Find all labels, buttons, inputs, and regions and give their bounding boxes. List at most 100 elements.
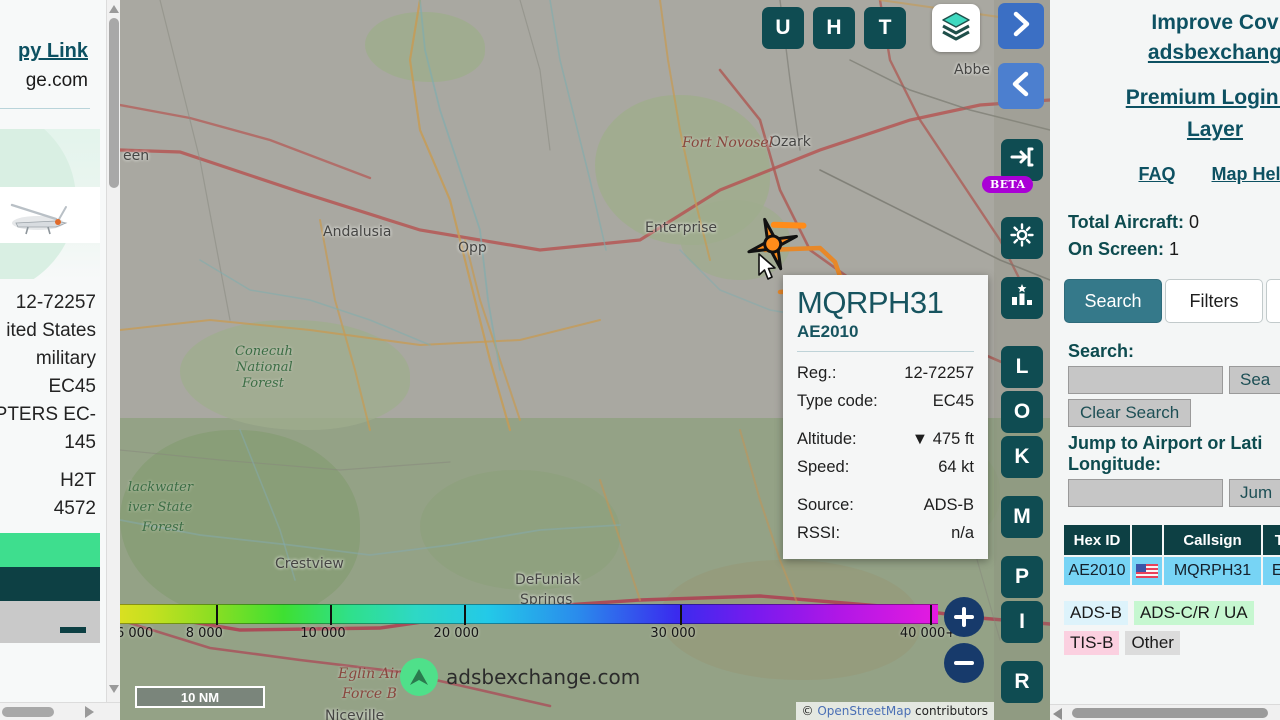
map-button-o[interactable]: O (1001, 391, 1043, 433)
aircraft-photo-area (0, 129, 100, 279)
tab-search[interactable]: Search (1064, 279, 1162, 323)
map-button-p[interactable]: P (1001, 556, 1043, 598)
map-button-h[interactable]: H (813, 7, 855, 49)
altitude-label-1: 8 000 (185, 626, 223, 641)
altitude-label-4: 30 000 (650, 626, 696, 641)
sidebar-hscroll-thumb[interactable] (1072, 708, 1268, 718)
on-screen-value: 1 (1169, 239, 1180, 259)
left-panel-scroll-thumb[interactable] (109, 18, 119, 188)
table-row[interactable]: AE2010 MQRPH31 EC (1064, 557, 1280, 585)
map-button-m[interactable]: M (1001, 496, 1043, 538)
map-label-park-1: National (236, 360, 293, 375)
scroll-down-arrow-icon[interactable] (108, 682, 120, 696)
th-hex-id[interactable]: Hex ID (1064, 525, 1130, 555)
left-panel-horizontal-scrollbar[interactable] (0, 702, 120, 720)
chevron-left-icon (1007, 70, 1035, 103)
aircraft-detail-panel[interactable]: py Link ge.com 12-72257 ited States mili… (0, 0, 120, 720)
map-label-park-0: Conecuh (235, 344, 293, 359)
premium-login-link[interactable]: Premium Login: n Layer (1050, 82, 1280, 146)
openstreetmap-link[interactable]: OpenStreetMap (817, 704, 911, 718)
promo-link[interactable]: adsbexchang (1050, 38, 1280, 68)
th-type[interactable]: Ty (1263, 525, 1280, 555)
panel-expand-right-button[interactable] (998, 3, 1044, 49)
search-button[interactable]: Sea (1229, 366, 1280, 394)
popup-row-reg: Reg.: 12-72257 (797, 359, 974, 387)
map-button-r[interactable]: R (1001, 661, 1043, 703)
popup-typecode-value: EC45 (932, 392, 974, 410)
beta-badge: BETA (982, 176, 1034, 193)
map-button-u[interactable]: U (762, 7, 804, 49)
layers-button[interactable] (932, 4, 980, 52)
map-canvas[interactable]: een Andalusia Opp Enterprise Ozark Crestview N… (120, 0, 1050, 720)
popup-altitude-value: ▼ 475 ft (911, 430, 974, 448)
gear-icon (1009, 222, 1035, 254)
map-button-l-label: L (1015, 355, 1029, 378)
panel-collapse-left-button[interactable] (998, 63, 1044, 109)
map-button-i[interactable]: I (1001, 601, 1043, 643)
popup-rssi-label: RSSI: (797, 524, 841, 542)
aircraft-spec-list: 12-72257 ited States military EC45 PTERS… (0, 289, 100, 523)
tab-filters[interactable]: Filters (1165, 279, 1263, 323)
map-scale-label: 10 NM (180, 689, 220, 705)
spec-model-line2: 145 (64, 432, 96, 453)
th-flag[interactable] (1132, 525, 1162, 555)
zoom-in-button[interactable] (944, 597, 984, 637)
jump-button[interactable]: Jum (1229, 479, 1280, 507)
copy-link-link[interactable]: py Link (0, 40, 90, 63)
map-button-m-label: M (1013, 505, 1031, 528)
sidebar-horizontal-scrollbar[interactable] (1050, 704, 1280, 720)
popup-row-typecode: Type code: EC45 (797, 387, 974, 415)
th-callsign[interactable]: Callsign (1164, 525, 1261, 555)
zoom-out-button[interactable] (944, 643, 984, 683)
search-input[interactable] (1068, 366, 1223, 394)
adsb-watermark-text: adsbexchange.com (446, 665, 641, 689)
cell-hex-id: AE2010 (1064, 557, 1130, 585)
map-button-l[interactable]: L (1001, 346, 1043, 388)
left-panel-hscroll-thumb[interactable] (2, 707, 54, 717)
spec-wake: H2T (60, 470, 96, 491)
jump-input[interactable] (1068, 479, 1223, 507)
sidebar-panel[interactable]: Improve Cov adsbexchang Premium Login: n… (1050, 0, 1280, 720)
map-scale-bar: 10 NM (135, 686, 265, 708)
altitude-color-legend: 6 000 8 000 10 000 20 000 30 000 40 000+ (120, 604, 956, 644)
map-button-login[interactable] (1001, 139, 1043, 181)
map-button-u-label: U (775, 16, 791, 39)
tab-third[interactable] (1266, 279, 1280, 323)
panel-divider (0, 108, 90, 109)
scroll-right-arrow-icon[interactable] (85, 705, 94, 720)
spec-typecode: EC45 (48, 376, 96, 397)
aircraft-photo (0, 187, 100, 243)
popup-divider (797, 351, 974, 352)
map-help-link[interactable]: Map Help (1212, 164, 1280, 185)
popup-speed-label: Speed: (797, 458, 850, 476)
help-links: FAQ Map Help (1050, 164, 1280, 185)
promo-line-1: Improve Cov (1151, 11, 1279, 34)
faq-link[interactable]: FAQ (1138, 164, 1175, 185)
popup-source-value: ADS-B (923, 496, 974, 514)
map-button-k[interactable]: K (1001, 436, 1043, 478)
chevron-right-icon (1007, 10, 1035, 43)
map-label-place-8: DeFuniak (515, 572, 581, 588)
popup-row-source: Source: ADS-B (797, 491, 974, 519)
clear-search-button[interactable]: Clear Search (1068, 399, 1192, 427)
map-button-r-label: R (1014, 670, 1030, 693)
login-arrow-icon (1009, 144, 1035, 176)
popup-reg-value: 12-72257 (904, 364, 974, 382)
map-button-t[interactable]: T (864, 7, 906, 49)
bar-chart-star-icon (1009, 282, 1035, 314)
search-row: Sea (1050, 366, 1280, 394)
altitude-gradient-bar (120, 604, 938, 625)
scroll-left-arrow-icon[interactable] (1053, 707, 1062, 720)
aircraft-info-popup[interactable]: MQRPH31 AE2010 Reg.: 12-72257 Type code:… (783, 275, 988, 559)
popup-rssi-value: n/a (951, 524, 974, 542)
map-button-o-label: O (1013, 400, 1031, 423)
activity-button[interactable]: TIVITY (0, 567, 100, 601)
details-button[interactable]: AILS (0, 533, 100, 567)
adsb-logo-icon (400, 658, 438, 696)
scroll-up-arrow-icon[interactable] (108, 2, 120, 16)
map-button-h-label: H (826, 16, 842, 39)
map-button-settings[interactable] (1001, 217, 1043, 259)
jump-row: Jum (1050, 479, 1280, 507)
map-button-stats[interactable] (1001, 277, 1043, 319)
left-panel-vertical-scrollbar[interactable] (106, 0, 120, 720)
